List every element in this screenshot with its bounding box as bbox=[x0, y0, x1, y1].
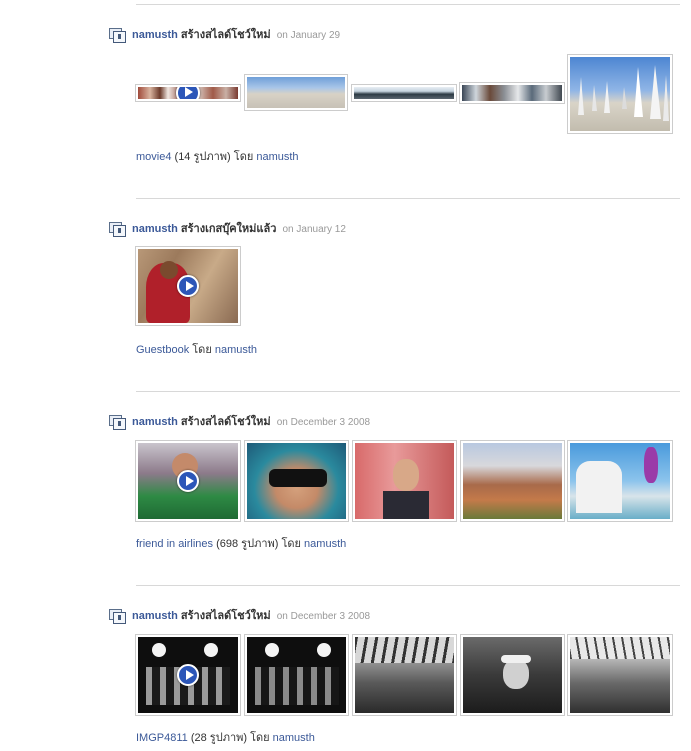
album-link[interactable]: IMGP4811 bbox=[136, 732, 188, 744]
caption-user-link[interactable]: namusth bbox=[256, 151, 298, 163]
play-icon[interactable] bbox=[176, 87, 200, 99]
user-link[interactable]: namusth bbox=[132, 610, 178, 622]
slideshow-thumbnail[interactable] bbox=[567, 634, 673, 716]
entry-headline: namusth สร้างสไลด์โชว์ใหม่ on December 3… bbox=[132, 415, 370, 430]
slideshow-thumbnail[interactable] bbox=[567, 440, 673, 522]
slideshow-thumbnail[interactable] bbox=[244, 634, 349, 716]
slideshow-icon bbox=[109, 609, 126, 624]
album-caption: IMGP4811 (28 รูปภาพ) โดย namusth bbox=[136, 731, 315, 745]
action-text: สร้างสไลด์โชว์ใหม่ bbox=[180, 610, 271, 622]
play-icon[interactable] bbox=[177, 275, 199, 297]
entry-date: on January 29 bbox=[276, 30, 341, 41]
top-divider bbox=[136, 4, 680, 5]
slideshow-thumbnail[interactable] bbox=[351, 84, 457, 102]
caption-user-link[interactable]: namusth bbox=[273, 732, 315, 744]
entry-headline: namusth สร้างสไลด์โชว์ใหม่ on January 29 bbox=[132, 28, 340, 43]
user-link[interactable]: namusth bbox=[132, 29, 178, 41]
entry-date: on January 12 bbox=[282, 224, 346, 235]
play-icon[interactable] bbox=[177, 664, 199, 686]
entry-headline: namusth สร้างสไลด์โชว์ใหม่ on December 3… bbox=[132, 609, 370, 624]
album-caption: friend in airlines (698 รูปภาพ) โดย namu… bbox=[136, 537, 346, 551]
by-label: โดย bbox=[192, 344, 212, 356]
slideshow-thumbnail[interactable] bbox=[460, 634, 565, 716]
caption-user-link[interactable]: namusth bbox=[304, 538, 346, 550]
slideshow-icon bbox=[109, 415, 126, 430]
slideshow-thumbnail[interactable] bbox=[567, 54, 673, 134]
entry-divider bbox=[136, 585, 680, 586]
album-caption: movie4 (14 รูปภาพ) โดย namusth bbox=[136, 150, 299, 164]
sculpture-photo bbox=[578, 65, 669, 121]
slideshow-thumbnail[interactable] bbox=[135, 634, 241, 716]
slideshow-thumbnail[interactable] bbox=[460, 440, 565, 522]
caption-user-link[interactable]: namusth bbox=[215, 344, 257, 356]
play-icon[interactable] bbox=[177, 470, 199, 492]
entry-headline: namusth สร้างเกสบุ๊คใหม่แล้ว on January … bbox=[132, 222, 346, 237]
slideshow-thumbnail[interactable] bbox=[459, 82, 565, 104]
entry-divider bbox=[136, 391, 680, 392]
entry-date: on December 3 2008 bbox=[276, 611, 371, 622]
entry-divider bbox=[136, 198, 680, 199]
slideshow-thumbnail[interactable] bbox=[244, 74, 348, 111]
photo-count: (698 รูปภาพ) bbox=[216, 538, 279, 550]
slideshow-thumbnail[interactable] bbox=[135, 440, 241, 522]
album-caption: Guestbook โดย namusth bbox=[136, 343, 257, 357]
user-link[interactable]: namusth bbox=[132, 416, 178, 428]
by-label: โดย bbox=[250, 732, 270, 744]
photo-count: (14 รูปภาพ) bbox=[174, 151, 231, 163]
album-link[interactable]: friend in airlines bbox=[136, 538, 213, 550]
album-link[interactable]: movie4 bbox=[136, 151, 171, 163]
by-label: โดย bbox=[233, 151, 254, 163]
user-link[interactable]: namusth bbox=[132, 223, 178, 235]
album-link[interactable]: Guestbook bbox=[136, 344, 189, 356]
action-text: สร้างเกสบุ๊คใหม่แล้ว bbox=[180, 223, 277, 235]
slideshow-thumbnail[interactable] bbox=[244, 440, 349, 522]
slideshow-thumbnail[interactable] bbox=[352, 440, 457, 522]
entry-date: on December 3 2008 bbox=[276, 417, 371, 428]
by-label: โดย bbox=[281, 538, 301, 550]
action-text: สร้างสไลด์โชว์ใหม่ bbox=[180, 29, 271, 41]
slideshow-icon bbox=[109, 28, 126, 43]
slideshow-thumbnail[interactable] bbox=[135, 246, 241, 326]
slideshow-thumbnail[interactable] bbox=[352, 634, 457, 716]
action-text: สร้างสไลด์โชว์ใหม่ bbox=[180, 416, 271, 428]
slideshow-thumbnail[interactable] bbox=[135, 84, 241, 102]
photo-count: (28 รูปภาพ) bbox=[190, 732, 248, 744]
slideshow-icon bbox=[109, 222, 126, 237]
